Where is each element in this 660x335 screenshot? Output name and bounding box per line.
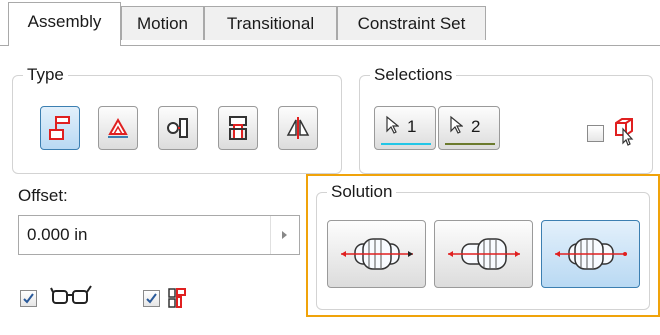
mate-solution-button[interactable] — [327, 220, 426, 288]
glasses-icon — [50, 285, 92, 304]
undirected-solution-button[interactable] — [541, 220, 640, 288]
preview-checkbox[interactable] — [20, 290, 37, 307]
checkmark-icon — [23, 293, 34, 304]
symmetry-constraint-icon — [286, 117, 310, 139]
tangent-constraint-icon — [167, 118, 188, 138]
solution-legend: Solution — [331, 182, 393, 201]
insert-type-button[interactable] — [218, 106, 258, 150]
tab-constraint-set[interactable]: Constraint Set — [337, 6, 486, 40]
second-selection-label: 2 — [471, 117, 481, 136]
offset-flyout-arrow[interactable] — [270, 216, 299, 254]
insert-constraint-icon — [229, 116, 247, 140]
flush-solution-icon — [447, 238, 520, 270]
predict-offset-checkbox[interactable] — [143, 290, 160, 307]
chevron-right-icon — [282, 231, 287, 239]
angle-constraint-icon — [108, 117, 128, 138]
type-legend: Type — [27, 65, 64, 84]
symmetry-type-button[interactable] — [278, 106, 318, 150]
second-selection-button[interactable]: 2 — [438, 106, 500, 150]
undirected-solution-icon — [554, 238, 627, 270]
checkmark-icon — [146, 293, 157, 304]
offset-input[interactable]: 0.000 in — [18, 215, 300, 255]
tab-assembly[interactable]: Assembly — [8, 2, 121, 46]
cursor-arrow-icon — [386, 115, 399, 134]
pick-part-first-icon — [615, 118, 634, 146]
first-selection-label: 1 — [407, 117, 417, 136]
selections-legend: Selections — [374, 65, 453, 84]
first-selection-underline — [381, 143, 431, 145]
tangent-type-button[interactable] — [158, 106, 198, 150]
second-selection-underline — [445, 143, 495, 145]
tab-motion[interactable]: Motion — [121, 6, 204, 40]
mate-constraint-icon — [49, 116, 70, 140]
offset-label: Offset: — [18, 186, 68, 205]
tab-transitional[interactable]: Transitional — [204, 6, 337, 40]
cursor-arrow-icon — [450, 115, 463, 134]
mate-type-button[interactable] — [40, 106, 80, 150]
flush-solution-button[interactable] — [434, 220, 533, 288]
tab-content: Type Selections 1 2 Offset: 0.000 in Sol… — [0, 46, 660, 335]
mate-solution-icon — [340, 238, 413, 270]
first-selection-button[interactable]: 1 — [374, 106, 436, 150]
angle-type-button[interactable] — [98, 106, 138, 150]
predict-offset-icon — [168, 288, 186, 308]
tab-bar: Assembly Motion Transitional Constraint … — [0, 0, 660, 46]
pick-part-first-checkbox[interactable] — [587, 125, 604, 142]
